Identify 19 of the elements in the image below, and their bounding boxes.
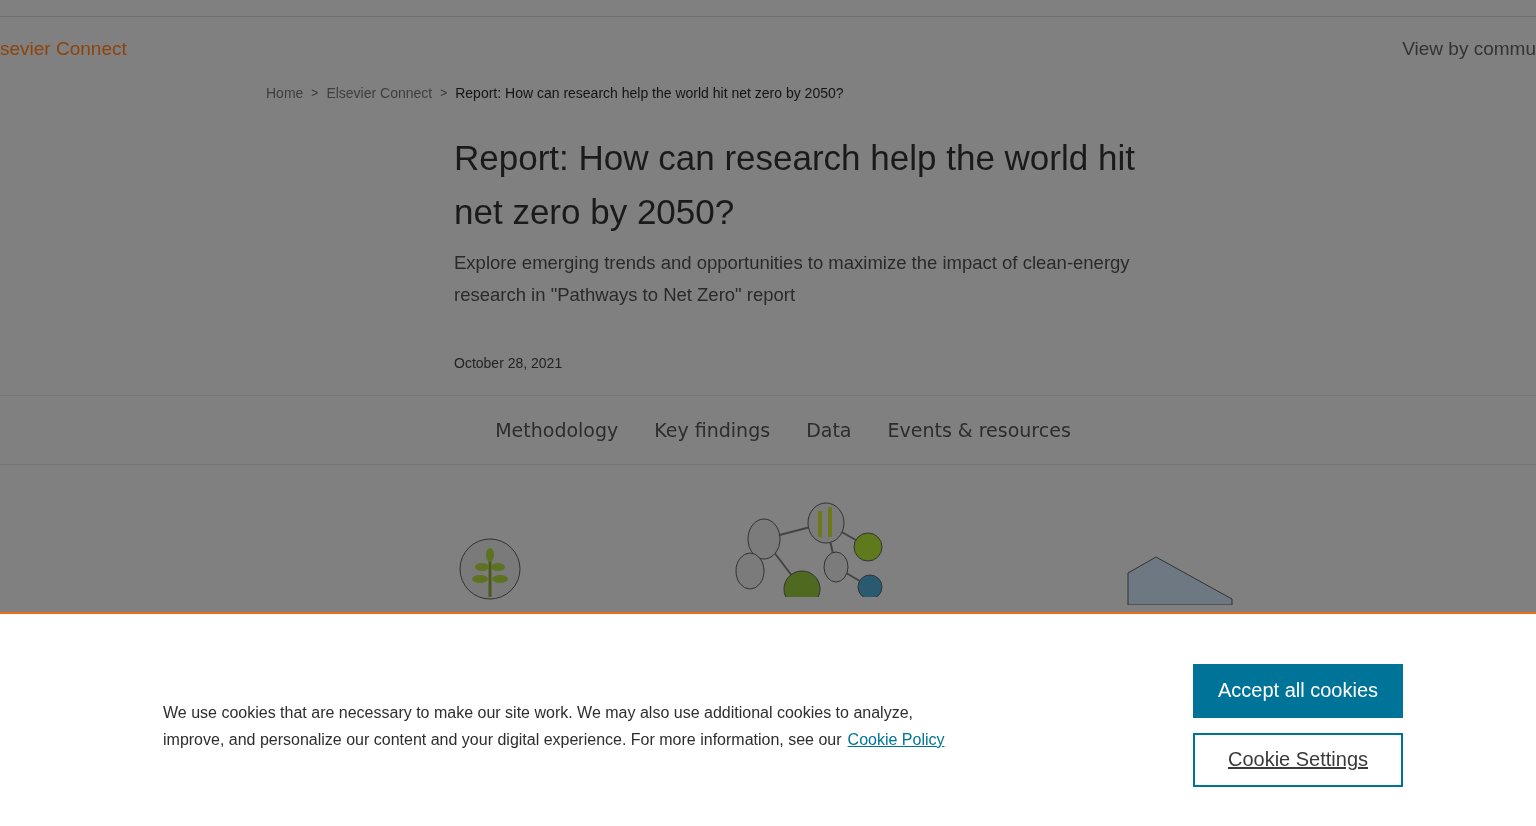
site-name-link[interactable]: sevier Connect [0, 38, 127, 60]
cookie-settings-button[interactable]: Cookie Settings [1193, 732, 1403, 787]
accept-cookies-button[interactable]: Accept all cookies [1193, 663, 1403, 718]
section-nav-link[interactable]: Events & resources [887, 419, 1071, 441]
article-subtitle: Explore emerging trends and opportunities to maximize the impact of clean-energy research in "Pathways to Net Zero" report [454, 251, 1131, 307]
section-nav-link[interactable]: Data [806, 419, 852, 441]
breadcrumb-separator: > [440, 86, 448, 100]
view-by-link[interactable]: View by commu [1402, 38, 1536, 60]
breadcrumb-current: Report: How can research help the world hit net zero by 2050? [455, 85, 844, 101]
section-nav-link[interactable]: Methodology [495, 419, 619, 441]
article-title: Report: How can research help the world hit net zero by 2050? [454, 137, 1136, 233]
article-date: October 28, 2021 [454, 355, 564, 373]
cookie-notice-text: We use cookies that are necessary to make our site work. We may also use additional cookies to analyze, improve, and personalize our content and your digital experience. For more information, see our Cookie Policy [163, 703, 946, 750]
breadcrumb-link[interactable]: Elsevier Connect [326, 85, 433, 101]
section-nav-link[interactable]: Key findings [654, 419, 771, 441]
cookie-policy-link[interactable]: Cookie Policy [847, 731, 945, 748]
plant-drawing [458, 537, 522, 601]
breadcrumb-link[interactable]: Home [266, 85, 304, 101]
breadcrumb-separator: > [311, 86, 319, 100]
